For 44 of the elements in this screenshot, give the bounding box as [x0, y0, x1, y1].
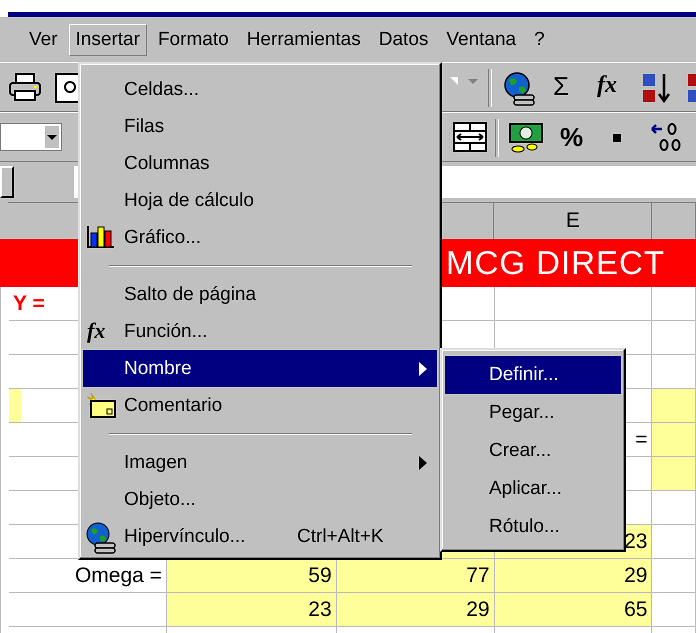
menu-item-label: Nombre: [124, 358, 192, 380]
sheet-title: MCG DIRECT: [446, 244, 665, 282]
percent-button[interactable]: %: [560, 122, 584, 153]
menu-item[interactable]: Gráfico...: [83, 219, 437, 256]
cell: 29: [336, 593, 495, 627]
menu-item-label: Gráfico...: [124, 226, 202, 248]
insert-function-button[interactable]: fx: [597, 72, 617, 99]
menu-item[interactable]: Objeto...: [83, 481, 437, 518]
cell: Omega =: [9, 559, 167, 593]
cell: 77: [336, 559, 495, 593]
menu-item-label: Columnas: [124, 152, 210, 174]
menu-item-label: Filas: [124, 116, 164, 138]
menu-item[interactable]: Filas: [83, 108, 437, 145]
menu-item-label: Objeto...: [124, 488, 196, 510]
cell: 29: [494, 559, 652, 593]
cell: 59: [166, 559, 337, 593]
menu-bar-item[interactable]: ?: [527, 24, 552, 56]
menu-bar-item[interactable]: Ventana: [439, 24, 524, 56]
shortcut-text: Ctrl+Alt+K: [297, 526, 384, 548]
menu-item[interactable]: Hipervínculo... Ctrl+Alt+K: [83, 518, 437, 555]
column-header[interactable]: E: [494, 202, 652, 239]
menu-item[interactable]: Imagen: [83, 444, 437, 481]
menu-item[interactable]: Celdas...: [83, 71, 437, 108]
menu-item[interactable]: Columnas: [83, 145, 437, 182]
menu-item[interactable]: Nombre: [83, 350, 437, 387]
menu-item-label: Comentario: [124, 394, 222, 416]
menu-item-label: Hipervínculo...: [124, 526, 246, 548]
submenu-item[interactable]: Definir...: [445, 356, 621, 394]
menu-item[interactable]: Hoja de cálculo: [83, 182, 437, 219]
menu-item-label: Imagen: [124, 452, 188, 474]
menu-bar-item[interactable]: Herramientas: [240, 24, 368, 56]
submenu-item[interactable]: Aplicar...: [445, 470, 621, 508]
menu-item-label: Celdas...: [124, 78, 199, 100]
menu-item-label: Hoja de cálculo: [124, 190, 254, 212]
menu-bar-item[interactable]: Datos: [372, 24, 436, 56]
cell: 23: [166, 593, 337, 627]
menu-item[interactable]: Comentario: [83, 387, 437, 424]
cell: 65: [494, 593, 652, 627]
autosum-button[interactable]: Σ: [553, 71, 570, 102]
menu-item-label: Función...: [124, 320, 208, 342]
menu-bar-item[interactable]: Ver: [22, 24, 65, 56]
menu-bar-item[interactable]: Insertar: [68, 24, 147, 56]
menu-bar-item[interactable]: Formato: [150, 24, 236, 56]
function-icon: fx: [87, 318, 106, 344]
